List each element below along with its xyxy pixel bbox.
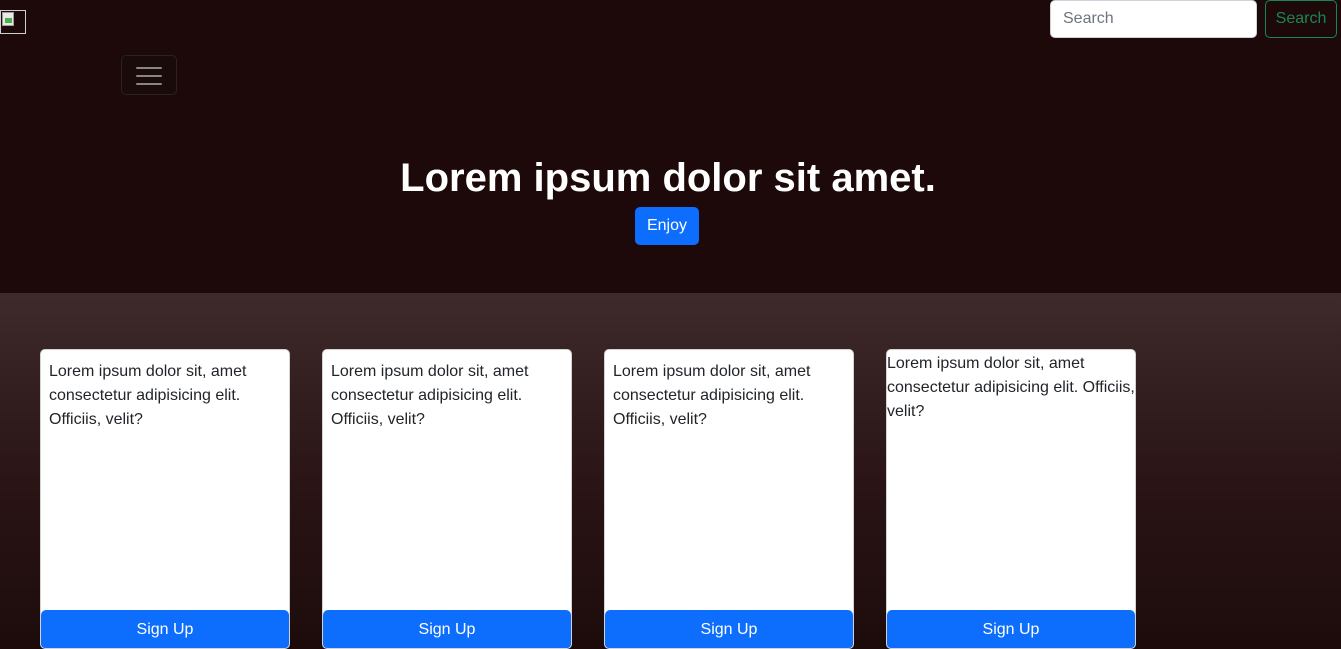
sign-up-button[interactable]: Sign Up <box>323 610 571 648</box>
navbar-toggler-button[interactable] <box>121 55 177 95</box>
search-input[interactable] <box>1050 0 1257 38</box>
card: Lorem ipsum dolor sit, amet consectetur … <box>886 349 1136 649</box>
sign-up-button[interactable]: Sign Up <box>41 610 289 648</box>
card-text: Lorem ipsum dolor sit, amet consectetur … <box>887 355 1135 420</box>
hamburger-menu-icon <box>136 67 162 85</box>
cards-section: Lorem ipsum dolor sit, amet consectetur … <box>0 293 1341 649</box>
card: Lorem ipsum dolor sit, amet consectetur … <box>40 349 290 649</box>
sign-up-button[interactable]: Sign Up <box>605 610 853 648</box>
search-button[interactable]: Search <box>1265 0 1337 38</box>
card-text: Lorem ipsum dolor sit, amet consectetur … <box>613 363 811 428</box>
hero-section: Search Lorem ipsum dolor sit amet. Enjoy <box>0 0 1341 293</box>
hero-title: Lorem ipsum dolor sit amet. <box>400 156 936 200</box>
image-placeholder-icon <box>2 12 14 26</box>
broken-image-icon <box>0 10 26 34</box>
card: Lorem ipsum dolor sit, amet consectetur … <box>604 349 854 649</box>
enjoy-button[interactable]: Enjoy <box>635 207 699 245</box>
card-text: Lorem ipsum dolor sit, amet consectetur … <box>331 363 529 428</box>
card-text: Lorem ipsum dolor sit, amet consectetur … <box>49 363 247 428</box>
card: Lorem ipsum dolor sit, amet consectetur … <box>322 349 572 649</box>
sign-up-button[interactable]: Sign Up <box>887 610 1135 648</box>
